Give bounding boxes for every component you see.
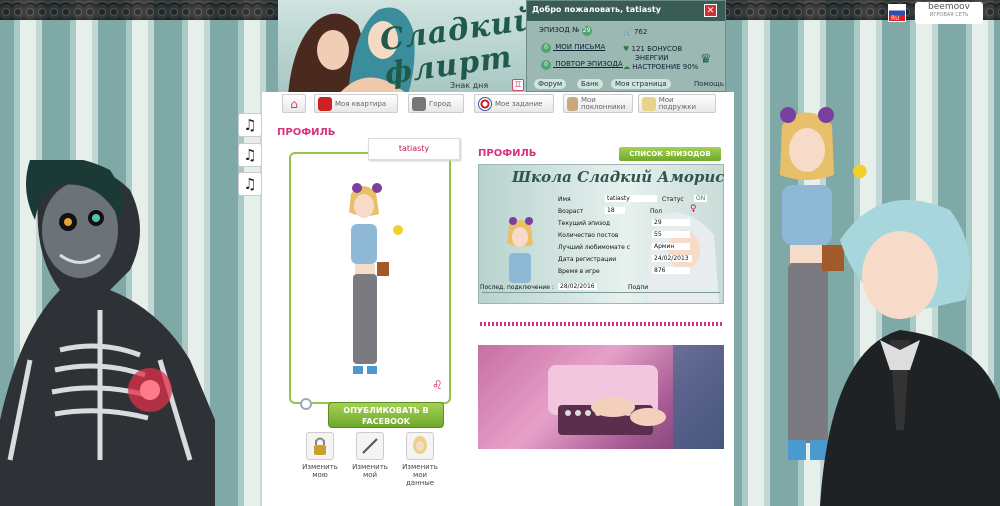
close-icon[interactable]: ✕ <box>704 4 717 17</box>
field-label: Текущий эпизод <box>558 220 611 227</box>
profile-avatar-icon[interactable] <box>406 432 434 460</box>
boy-character-art <box>820 200 1000 506</box>
edit-pencil-icon[interactable] <box>356 432 384 460</box>
publish-facebook-button[interactable]: ОПУБЛИКОВАТЬ В FACEBOOK <box>328 402 444 428</box>
field-value: tatiasty <box>605 195 657 202</box>
field-value: 24/02/2013 <box>652 255 692 262</box>
sofa-icon <box>318 96 332 111</box>
leo-sign-icon: ♌ <box>432 378 443 392</box>
video-thumbnail[interactable] <box>478 345 724 449</box>
nav-city[interactable]: Город <box>408 94 464 113</box>
home-icon: ⌂ <box>290 96 298 111</box>
my-letters-link[interactable]: 0 МОИ ПИСЬМА <box>541 43 605 53</box>
edit-my-data-label[interactable]: Изменить мои данные <box>398 463 442 487</box>
profile-card-title: ПРОФИЛЬ <box>478 148 537 159</box>
field-value: 18 <box>605 207 625 214</box>
field-value: 29 <box>652 219 690 226</box>
publish-toggle[interactable] <box>300 398 312 410</box>
nav-admirers[interactable]: Мои поклонники <box>563 94 633 113</box>
last-login-label: Послед. подключение : <box>480 284 554 291</box>
avatar <box>349 183 403 374</box>
field-label: Дата регистрации <box>558 256 617 263</box>
city-icon <box>412 96 426 111</box>
help-link[interactable]: Помощь <box>690 79 728 89</box>
field-value: 55 <box>652 231 690 238</box>
subscribers-label: Подпи <box>628 284 649 291</box>
admirer-avatar-icon <box>567 96 578 111</box>
field-value: Армин <box>652 243 690 250</box>
episodes-list-button[interactable]: СПИСОК ЭПИЗОДОВ <box>619 147 721 161</box>
nav-home[interactable]: ⌂ <box>282 94 306 113</box>
page-title: ПРОФИЛЬ <box>277 127 336 138</box>
episode-row[interactable]: ЭПИЗОД № 29 <box>539 26 594 36</box>
username-tag: tatiasty <box>368 138 460 160</box>
bonus-row: ♥ 121 БОНУСОВ <box>623 45 683 53</box>
crown-icon[interactable]: ♛ <box>700 52 716 67</box>
cart-icon: 🛒 <box>623 28 632 36</box>
my-page-link[interactable]: Моя страница <box>611 79 671 89</box>
nav-mission[interactable]: Мое задание <box>474 94 554 113</box>
mood-row: ☁ НАСТРОЕНИЕ 90% <box>623 63 699 71</box>
star-mascot-icon: ● <box>852 160 868 181</box>
field-label: Время в игре <box>558 268 600 275</box>
cloud-icon: ☁ <box>623 63 630 71</box>
gender-label: Пол <box>650 208 663 215</box>
school-title: Школа Сладкий Аморис <box>512 168 725 186</box>
heart-icon: ♥ <box>623 45 630 53</box>
status-label: Статус <box>662 196 684 203</box>
field-value: 876 <box>652 267 690 274</box>
sign-of-day-label: Знак дня <box>450 81 489 90</box>
welcome-text: Добро пожаловать, tatiasty <box>527 1 725 21</box>
divider <box>482 292 720 293</box>
forum-link[interactable]: Форум <box>534 79 567 89</box>
field-label: Возраст <box>558 208 584 215</box>
music-note-icon[interactable]: ♫ <box>238 172 262 196</box>
status-badge: ON <box>694 195 708 202</box>
language-label: RU <box>891 15 900 22</box>
music-note-icon[interactable]: ♫ <box>238 113 262 137</box>
nav-girlfriends[interactable]: Мои подружки <box>638 94 716 113</box>
beemoov-logo[interactable]: beemoov ИГРОВАЯ СЕТЬ <box>915 2 983 24</box>
gemini-sign-icon[interactable]: ♊ <box>512 79 524 91</box>
nav-apartment[interactable]: Моя квартира <box>314 94 398 113</box>
female-icon: ♀ <box>690 204 697 214</box>
target-icon <box>478 96 492 111</box>
skeleton-character-art <box>0 160 215 506</box>
bank-link[interactable]: Банк <box>577 79 603 89</box>
money-row: 🛒 762 <box>623 28 648 36</box>
episode-badge: 29 <box>581 26 592 36</box>
field-label: Имя <box>558 196 571 203</box>
field-label: Количество постов <box>558 232 619 239</box>
girlfriend-avatar-icon <box>642 96 656 111</box>
lock-icon[interactable] <box>306 432 334 460</box>
replay-episode-link[interactable]: 0 ПОВТОР ЭПИЗОДА <box>541 60 623 70</box>
avatar-frame <box>289 152 451 404</box>
edit-my-label[interactable]: Изменить мою <box>298 463 342 479</box>
last-login-value: 28/02/2016 <box>558 283 597 290</box>
edit-my-second-label[interactable]: Изменить мой <box>348 463 392 479</box>
field-label: Лучший любимомате с <box>558 244 631 251</box>
divider <box>480 322 722 326</box>
energy-label: ЭНЕРГИИ <box>635 54 669 62</box>
music-note-icon[interactable]: ♫ <box>238 143 262 167</box>
